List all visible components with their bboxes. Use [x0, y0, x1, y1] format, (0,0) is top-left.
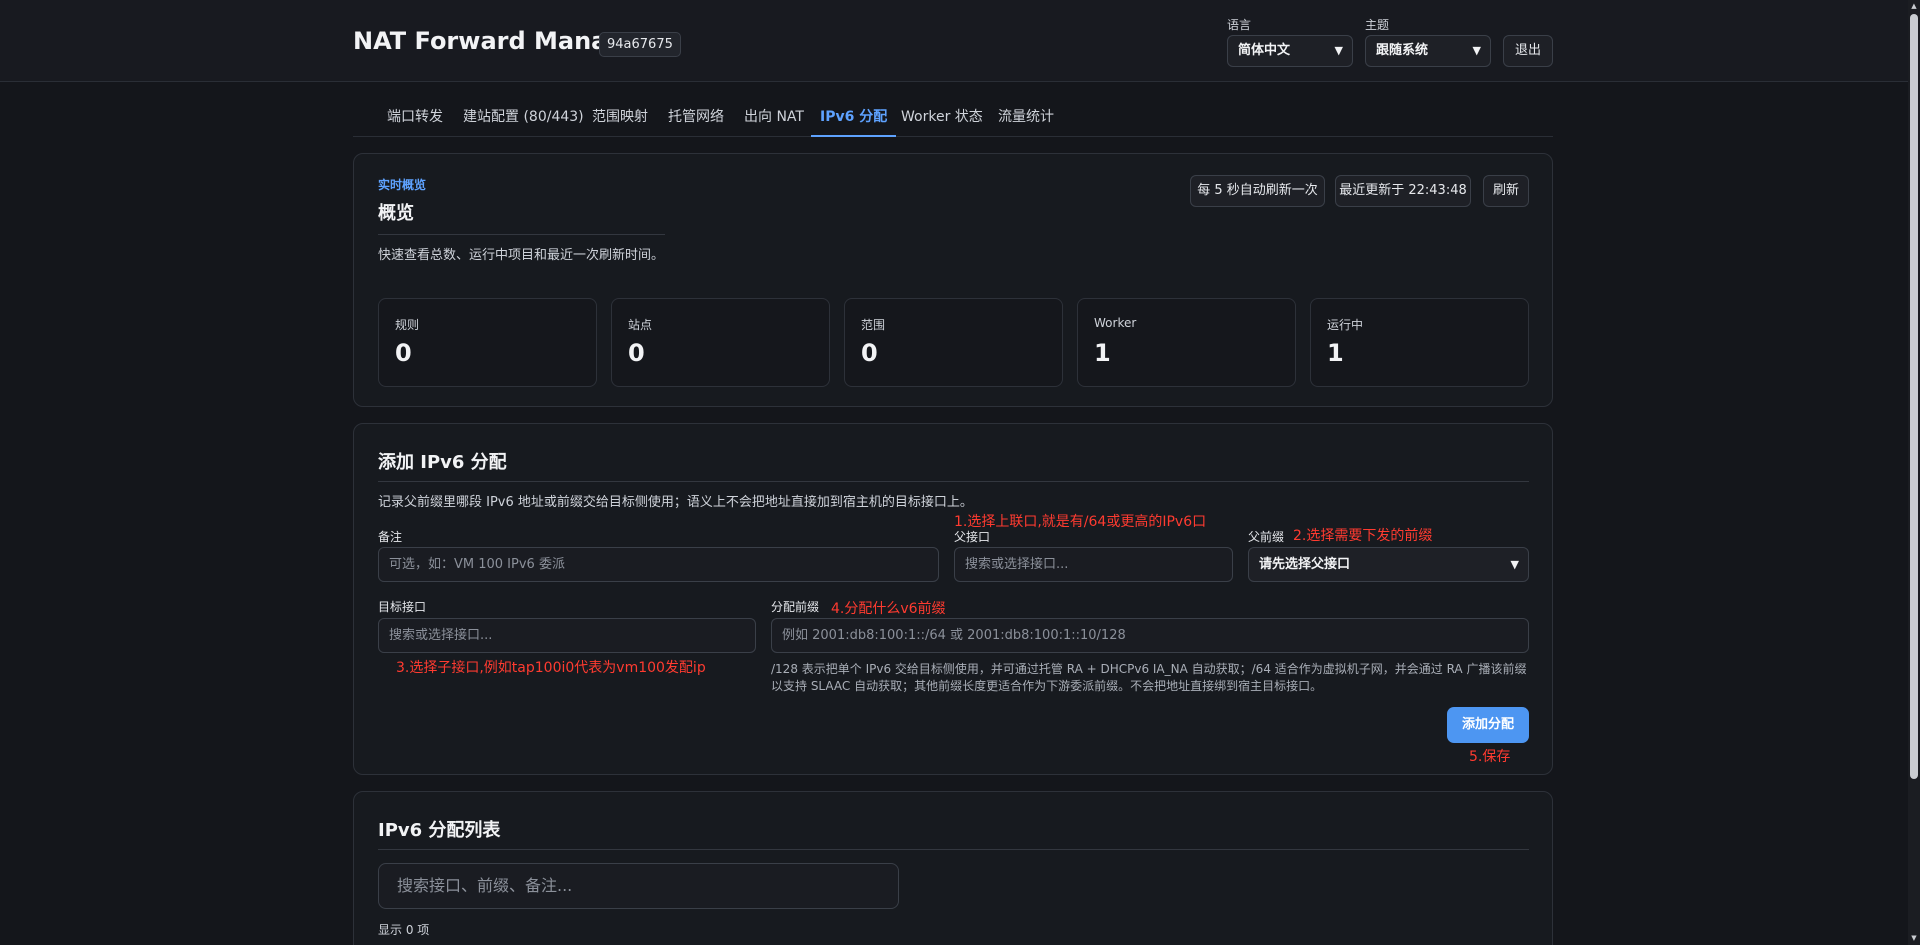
stat-value: 1 — [1094, 339, 1111, 367]
scroll-down-icon[interactable]: ▼ — [1910, 934, 1918, 942]
refresh-button[interactable]: 刷新 — [1483, 175, 1529, 207]
assign-prefix-help: /128 表示把单个 IPv6 交给目标侧使用，并可通过托管 RA + DHCP… — [771, 662, 1527, 693]
page-scrollbar[interactable]: ▲ ▼ — [1908, 0, 1920, 945]
assign-prefix-label: 分配前缀 — [771, 600, 820, 614]
chevron-down-icon: ▼ — [1510, 558, 1519, 571]
stat-value: 0 — [628, 339, 645, 367]
last-updated-indicator: 最近更新于 22:43:48 — [1335, 175, 1471, 207]
remark-label: 备注 — [378, 530, 403, 544]
overview-subtitle: 快速查看总数、运行中项目和最近一次刷新时间。 — [378, 248, 665, 263]
stat-label: 范围 — [861, 318, 886, 332]
language-select-value: 简体中文 — [1238, 43, 1291, 58]
tab-site-config[interactable]: 建站配置 (80/443) — [463, 104, 584, 137]
annotation-note-1: 1.选择上联口,就是有/64或更高的IPv6口 — [954, 514, 1207, 530]
parent-prefix-select-value: 请先选择父接口 — [1259, 557, 1351, 572]
top-bar: NAT Forward Manager 94a67675 语言 简体中文 ▼ 主… — [0, 0, 1908, 82]
stat-card-ranges: 范围 0 — [844, 298, 1063, 387]
list-search-input[interactable]: 搜索接口、前缀、备注... — [378, 863, 899, 909]
tab-port-forward[interactable]: 端口转发 — [387, 104, 443, 137]
stat-card-running: 运行中 1 — [1310, 298, 1529, 387]
stat-label: 运行中 — [1327, 318, 1364, 332]
ipv6-list-panel: IPv6 分配列表 搜索接口、前缀、备注... 显示 0 项 — [353, 791, 1553, 945]
target-interface-input[interactable]: 搜索或选择接口... — [378, 618, 756, 653]
theme-select-value: 跟随系统 — [1376, 43, 1429, 58]
tab-ipv6-allocation[interactable]: IPv6 分配 — [811, 104, 897, 137]
remark-input[interactable]: 可选，如：VM 100 IPv6 委派 — [378, 547, 939, 582]
annotation-note-4: 4.分配什么v6前缀 — [831, 601, 946, 617]
stat-card-sites: 站点 0 — [611, 298, 830, 387]
parent-prefix-label: 父前缀 — [1248, 530, 1285, 544]
overview-panel: 实时概览 概览 快速查看总数、运行中项目和最近一次刷新时间。 每 5 秒自动刷新… — [353, 153, 1553, 407]
stat-label: 站点 — [628, 318, 653, 332]
version-badge: 94a67675 — [599, 32, 681, 57]
parent-interface-input[interactable]: 搜索或选择接口... — [954, 547, 1233, 582]
tab-worker-status[interactable]: Worker 状态 — [901, 104, 983, 137]
tab-outbound-nat[interactable]: 出向 NAT — [744, 104, 804, 137]
stat-card-rules: 规则 0 — [378, 298, 597, 387]
stat-value: 1 — [1327, 339, 1344, 367]
parent-interface-label: 父接口 — [954, 530, 991, 544]
annotation-note-3: 3.选择子接口,例如tap100i0代表为vm100发配ip — [396, 660, 706, 676]
stat-label: 规则 — [395, 318, 420, 332]
tab-managed-network[interactable]: 托管网络 — [668, 104, 724, 137]
divider — [378, 481, 1529, 482]
main-tabs: 端口转发 建站配置 (80/443) 范围映射 托管网络 出向 NAT IPv6… — [353, 104, 1553, 137]
add-ipv6-panel: 添加 IPv6 分配 记录父前缀里哪段 IPv6 地址或前缀交给目标侧使用；语义… — [353, 423, 1553, 775]
target-interface-label: 目标接口 — [378, 600, 427, 614]
language-select[interactable]: 简体中文 ▼ — [1227, 35, 1353, 67]
tab-range-mapping[interactable]: 范围映射 — [592, 104, 648, 137]
assign-prefix-input[interactable]: 例如 2001:db8:100:1::/64 或 2001:db8:100:1:… — [771, 618, 1529, 653]
list-title: IPv6 分配列表 — [378, 820, 501, 841]
tab-traffic-stats[interactable]: 流量统计 — [998, 104, 1054, 137]
add-form-title: 添加 IPv6 分配 — [378, 452, 507, 473]
chevron-down-icon: ▼ — [1334, 44, 1343, 57]
overview-title: 概览 — [378, 203, 414, 224]
theme-select[interactable]: 跟随系统 ▼ — [1365, 35, 1491, 67]
language-label: 语言 — [1227, 18, 1252, 32]
parent-prefix-select[interactable]: 请先选择父接口 ▼ — [1248, 547, 1529, 582]
divider — [378, 849, 1529, 850]
scrollbar-thumb[interactable] — [1910, 14, 1918, 779]
stat-label: Worker — [1094, 316, 1137, 330]
stat-card-workers: Worker 1 — [1077, 298, 1296, 387]
list-count: 显示 0 项 — [378, 923, 430, 937]
stat-value: 0 — [395, 339, 412, 367]
add-form-description: 记录父前缀里哪段 IPv6 地址或前缀交给目标侧使用；语义上不会把地址直接加到宿… — [378, 495, 973, 510]
scroll-up-icon[interactable]: ▲ — [1910, 2, 1918, 10]
add-allocation-button[interactable]: 添加分配 — [1447, 707, 1529, 743]
overview-eyebrow: 实时概览 — [378, 178, 427, 192]
chevron-down-icon: ▼ — [1472, 44, 1481, 57]
annotation-note-5: 5.保存 — [1469, 749, 1511, 765]
stat-value: 0 — [861, 339, 878, 367]
annotation-note-2: 2.选择需要下发的前缀 — [1293, 528, 1433, 544]
divider — [378, 234, 665, 235]
theme-label: 主题 — [1365, 18, 1390, 32]
auto-refresh-indicator: 每 5 秒自动刷新一次 — [1190, 175, 1325, 207]
logout-button[interactable]: 退出 — [1503, 35, 1553, 67]
